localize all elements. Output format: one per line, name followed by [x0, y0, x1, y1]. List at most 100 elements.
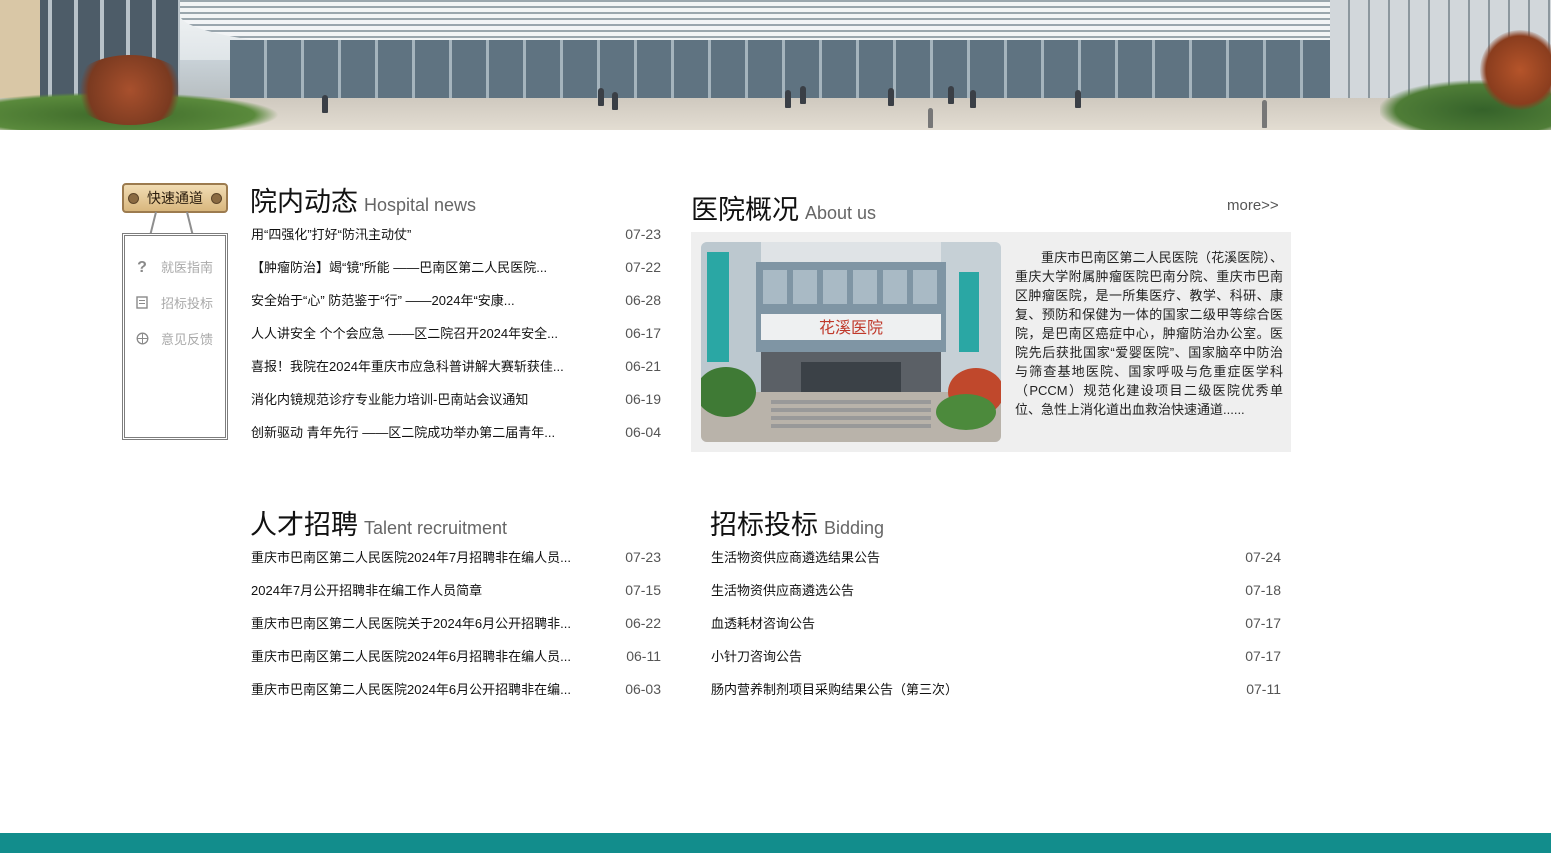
news-item: 重庆市巴南区第二人民医院关于2024年6月公开招聘非... 06-22 — [251, 615, 661, 648]
news-date: 06-28 — [625, 292, 661, 308]
banner-person — [888, 88, 894, 106]
news-date: 07-17 — [1245, 615, 1281, 631]
banner-person — [322, 95, 328, 113]
news-date: 06-21 — [625, 358, 661, 374]
about-more-link[interactable]: more>> — [1227, 197, 1279, 214]
banner-person — [785, 90, 791, 108]
news-item: 小针刀咨询公告 07-17 — [711, 648, 1281, 681]
bidding-list: 生活物资供应商遴选结果公告 07-24 生活物资供应商遴选公告 07-18 血透耗材… — [711, 549, 1281, 714]
news-link[interactable]: 重庆市巴南区第二人民医院2024年7月招聘非在编人员... — [251, 549, 601, 567]
quick-item-label: 意见反馈 — [161, 332, 214, 347]
banner-tree-left — [70, 55, 190, 125]
hero-banner — [0, 0, 1551, 130]
news-link[interactable]: 喜报！我院在2024年重庆市应急科普讲解大赛斩获佳... — [251, 358, 596, 376]
news-link[interactable]: 2024年7月公开招聘非在编工作人员简章 — [251, 582, 601, 600]
quick-item-medical-guide[interactable]: ? 就医指南 — [133, 258, 225, 278]
quick-channel-title: 快速通道 — [147, 190, 203, 206]
banner-left-wall — [0, 0, 40, 98]
section-title-cn: 人才招聘 — [250, 510, 358, 540]
banner-bollard — [928, 108, 933, 128]
document-icon — [133, 294, 151, 314]
sign-nail-icon — [128, 193, 139, 204]
news-date: 07-24 — [1245, 549, 1281, 565]
news-link[interactable]: 生活物资供应商遴选公告 — [711, 582, 1191, 600]
quick-item-feedback[interactable]: 意见反馈 — [133, 330, 225, 350]
news-link[interactable]: 生活物资供应商遴选结果公告 — [711, 549, 1191, 567]
news-link[interactable]: 重庆市巴南区第二人民医院2024年6月公开招聘非在编... — [251, 681, 601, 699]
news-item: 生活物资供应商遴选公告 07-18 — [711, 582, 1281, 615]
news-item: 血透耗材咨询公告 07-17 — [711, 615, 1281, 648]
hospital-building-photo: 花溪医院 — [701, 242, 1001, 442]
news-date: 06-19 — [625, 391, 661, 407]
about-description: 重庆市巴南区第二人民医院（花溪医院）、重庆大学附属肿瘤医院巴南分院、重庆市巴南区… — [1015, 250, 1283, 417]
footer-bar — [0, 833, 1551, 853]
news-item: 2024年7月公开招聘非在编工作人员简章 07-15 — [251, 582, 661, 615]
news-item: 创新驱动 青年先行 ——区二院成功举办第二届青年... 06-04 — [251, 424, 661, 457]
news-link[interactable]: 小针刀咨询公告 — [711, 648, 1191, 666]
feedback-icon — [133, 330, 151, 350]
news-link[interactable]: 重庆市巴南区第二人民医院2024年6月招聘非在编人员... — [251, 648, 601, 666]
news-item: 肠内营养制剂项目采购结果公告（第三次） 07-11 — [711, 681, 1281, 714]
section-title-en: About us — [805, 203, 877, 223]
news-link[interactable]: 人人讲安全 个个会应急 ——区二院召开2024年安全... — [251, 325, 596, 343]
news-item: 用“四强化”打好“防汛主动仗” 07-23 — [251, 226, 661, 259]
hospital-building-illustration: 花溪医院 — [701, 242, 1001, 442]
news-link[interactable]: 消化内镜规范诊疗专业能力培训-巴南站会议通知 — [251, 391, 596, 409]
news-item: 重庆市巴南区第二人民医院2024年6月公开招聘非在编... 06-03 — [251, 681, 661, 714]
news-item: 重庆市巴南区第二人民医院2024年6月招聘非在编人员... 06-11 — [251, 648, 661, 681]
banner-person — [800, 86, 806, 104]
question-icon: ? — [137, 259, 147, 276]
banner-person — [598, 88, 604, 106]
news-date: 06-17 — [625, 325, 661, 341]
news-date: 07-17 — [1245, 648, 1281, 664]
news-link[interactable]: 重庆市巴南区第二人民医院关于2024年6月公开招聘非... — [251, 615, 601, 633]
news-date: 07-11 — [1246, 681, 1281, 697]
banner-glass-facade — [230, 40, 1330, 102]
news-item: 生活物资供应商遴选结果公告 07-24 — [711, 549, 1281, 582]
recruitment-list: 重庆市巴南区第二人民医院2024年7月招聘非在编人员... 07-23 2024年… — [251, 549, 661, 714]
news-item: 【肿瘤防治】竭“镜”所能 ——巴南区第二人民医院... 07-22 — [251, 259, 661, 292]
sign-nail-icon — [211, 193, 222, 204]
news-link[interactable]: 肠内营养制剂项目采购结果公告（第三次） — [711, 681, 1191, 699]
news-date: 07-15 — [625, 582, 661, 598]
section-title-cn: 招标投标 — [710, 510, 818, 540]
banner-person — [970, 90, 976, 108]
section-title-cn: 医院概况 — [691, 195, 799, 225]
banner-person — [1075, 90, 1081, 108]
news-date: 07-23 — [625, 549, 661, 565]
news-date: 06-22 — [625, 615, 661, 631]
quick-channel-sign: 快速通道 — [122, 183, 228, 213]
photo-sign-text: 花溪医院 — [819, 318, 883, 337]
quick-item-label: 就医指南 — [161, 260, 214, 275]
section-title-cn: 院内动态 — [250, 187, 358, 217]
quick-channel-panel: ? 就医指南 招标投标 意见反馈 — [122, 233, 228, 440]
news-date: 06-03 — [625, 681, 661, 697]
hospital-news-list: 用“四强化”打好“防汛主动仗” 07-23 【肿瘤防治】竭“镜”所能 ——巴南区第… — [251, 226, 661, 457]
section-title-en: Bidding — [824, 518, 885, 538]
news-link[interactable]: 安全始于“心” 防范鉴于“行” ——2024年“安康... — [251, 292, 596, 310]
quick-item-bidding[interactable]: 招标投标 — [133, 294, 225, 314]
news-link[interactable]: 【肿瘤防治】竭“镜”所能 ——巴南区第二人民医院... — [251, 259, 596, 277]
news-date: 06-04 — [625, 424, 661, 440]
news-item: 人人讲安全 个个会应急 ——区二院召开2024年安全... 06-17 — [251, 325, 661, 358]
news-link[interactable]: 血透耗材咨询公告 — [711, 615, 1191, 633]
recruitment-heading: 人才招聘 Talent recruitment — [250, 503, 507, 542]
bidding-heading: 招标投标 Bidding — [710, 503, 884, 542]
about-panel: 花溪医院 重庆市巴南区第二人民医院（花溪医院）、重庆大学附属肿瘤医院巴南分院、重… — [691, 232, 1291, 452]
banner-person — [948, 86, 954, 104]
banner-bollard — [1262, 100, 1267, 128]
news-item: 喜报！我院在2024年重庆市应急科普讲解大赛斩获佳... 06-21 — [251, 358, 661, 391]
quick-item-label: 招标投标 — [161, 296, 214, 311]
hospital-news-heading: 院内动态 Hospital news — [250, 180, 476, 219]
news-date: 07-18 — [1245, 582, 1281, 598]
section-title-en: Hospital news — [364, 195, 477, 215]
news-link[interactable]: 创新驱动 青年先行 ——区二院成功举办第二届青年... — [251, 424, 596, 442]
news-date: 06-11 — [626, 648, 661, 664]
news-item: 安全始于“心” 防范鉴于“行” ——2024年“安康... 06-28 — [251, 292, 661, 325]
about-heading: 医院概况 About us — [691, 188, 876, 227]
news-link[interactable]: 用“四强化”打好“防汛主动仗” — [251, 226, 596, 244]
banner-person — [612, 92, 618, 110]
section-title-en: Talent recruitment — [364, 518, 508, 538]
news-date: 07-22 — [625, 259, 661, 275]
news-date: 07-23 — [625, 226, 661, 242]
